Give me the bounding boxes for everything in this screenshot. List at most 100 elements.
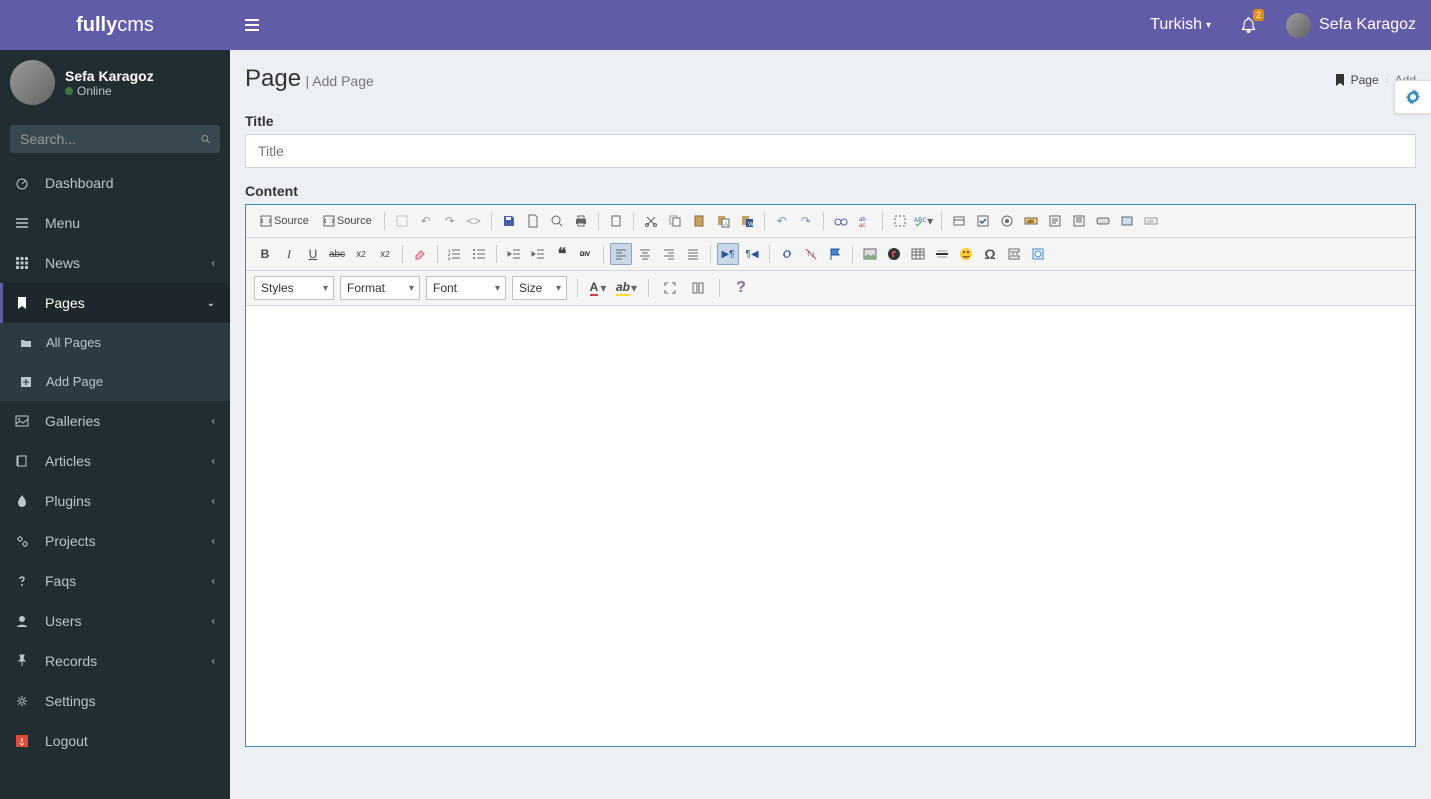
form-button[interactable] bbox=[948, 210, 970, 232]
chevron-down-icon: ⌄ bbox=[207, 298, 215, 309]
radio-button[interactable] bbox=[996, 210, 1018, 232]
checkbox-button[interactable] bbox=[972, 210, 994, 232]
search-input[interactable] bbox=[20, 131, 201, 147]
flash-button[interactable] bbox=[883, 243, 905, 265]
sidebar-item-news[interactable]: News‹ bbox=[0, 243, 230, 283]
cut-button[interactable] bbox=[640, 210, 662, 232]
removeformat-button[interactable] bbox=[409, 243, 431, 265]
page-header: Page | Add Page Page › Add bbox=[245, 65, 1416, 93]
sidebar-subitem-all-pages[interactable]: All Pages bbox=[0, 323, 230, 362]
strike-button[interactable]: abc bbox=[326, 243, 348, 265]
format-dropdown[interactable]: Format bbox=[340, 276, 420, 300]
source-button-1[interactable]: Source bbox=[254, 210, 315, 232]
save-button[interactable] bbox=[498, 210, 520, 232]
redo-button[interactable]: ↷ bbox=[795, 210, 817, 232]
copy-disabled-button[interactable]: ↷ bbox=[439, 210, 461, 232]
maximize-button[interactable] bbox=[659, 277, 681, 299]
unlink-button[interactable] bbox=[800, 243, 822, 265]
select-button[interactable] bbox=[1068, 210, 1090, 232]
bgcolor-button[interactable]: ab▾ bbox=[616, 277, 638, 299]
pagebreak-button[interactable] bbox=[1003, 243, 1025, 265]
outdent-button[interactable] bbox=[503, 243, 525, 265]
sidebar-item-records[interactable]: Records‹ bbox=[0, 641, 230, 681]
language-selector[interactable]: Turkish ▾ bbox=[1135, 0, 1226, 50]
notifications-button[interactable]: 2 bbox=[1226, 0, 1271, 50]
italic-button[interactable]: I bbox=[278, 243, 300, 265]
alignleft-button[interactable] bbox=[610, 243, 632, 265]
save-icon bbox=[502, 214, 516, 228]
sidebar-item-users[interactable]: Users‹ bbox=[0, 601, 230, 641]
templates-button[interactable] bbox=[391, 210, 413, 232]
smiley-button[interactable] bbox=[955, 243, 977, 265]
font-dropdown[interactable]: Font bbox=[426, 276, 506, 300]
sidebar-toggle-button[interactable] bbox=[230, 0, 274, 50]
title-input[interactable] bbox=[245, 134, 1416, 168]
specialchar-button[interactable]: Ω bbox=[979, 243, 1001, 265]
subscript-button[interactable]: x2 bbox=[350, 243, 372, 265]
table-button[interactable] bbox=[907, 243, 929, 265]
styles-dropdown[interactable]: Styles bbox=[254, 276, 334, 300]
aligncenter-button[interactable] bbox=[634, 243, 656, 265]
bold-button[interactable]: B bbox=[254, 243, 276, 265]
sidebar-item-faqs[interactable]: Faqs‹ bbox=[0, 561, 230, 601]
rtl-button[interactable]: ¶◀ bbox=[741, 243, 763, 265]
paste-text-button[interactable]: A bbox=[712, 210, 734, 232]
blockquote-button[interactable]: ❝ bbox=[551, 243, 573, 265]
sidebar-item-settings[interactable]: Settings bbox=[0, 681, 230, 721]
sidebar-subitem-add-page[interactable]: Add Page bbox=[0, 362, 230, 401]
templates2-button[interactable] bbox=[605, 210, 627, 232]
sidebar-item-articles[interactable]: Articles‹ bbox=[0, 441, 230, 481]
newpage-button[interactable] bbox=[522, 210, 544, 232]
thumbtack-icon bbox=[15, 654, 35, 668]
justify-button[interactable] bbox=[682, 243, 704, 265]
image-button[interactable] bbox=[859, 243, 881, 265]
indent-button[interactable] bbox=[527, 243, 549, 265]
sidebar-item-logout[interactable]: Logout bbox=[0, 721, 230, 761]
undo-button[interactable]: ↶ bbox=[771, 210, 793, 232]
imagebutton-button[interactable] bbox=[1116, 210, 1138, 232]
paste-button[interactable] bbox=[688, 210, 710, 232]
source-button-2[interactable]: Source bbox=[317, 210, 378, 232]
textarea-button[interactable] bbox=[1044, 210, 1066, 232]
cut-disabled-button[interactable]: ↶ bbox=[415, 210, 437, 232]
search-icon[interactable] bbox=[201, 132, 210, 146]
hr-button[interactable] bbox=[931, 243, 953, 265]
preview-button[interactable] bbox=[546, 210, 568, 232]
sidebar-item-plugins[interactable]: Plugins‹ bbox=[0, 481, 230, 521]
anchor-button[interactable] bbox=[824, 243, 846, 265]
textfield-button[interactable]: abl bbox=[1020, 210, 1042, 232]
spellcheck-button[interactable]: ABC▾ bbox=[913, 210, 935, 232]
sidebar-item-projects[interactable]: Projects‹ bbox=[0, 521, 230, 561]
link-button[interactable] bbox=[776, 243, 798, 265]
superscript-button[interactable]: x2 bbox=[374, 243, 396, 265]
sidebar-item-pages[interactable]: Pages⌄ bbox=[0, 283, 230, 323]
bulletlist-button[interactable] bbox=[468, 243, 490, 265]
brand-logo[interactable]: fullycms bbox=[0, 14, 230, 37]
about-button[interactable]: ? bbox=[730, 277, 752, 299]
sidebar-item-galleries[interactable]: Galleries‹ bbox=[0, 401, 230, 441]
underline-button[interactable]: U bbox=[302, 243, 324, 265]
copy-button[interactable] bbox=[664, 210, 686, 232]
size-dropdown[interactable]: Size bbox=[512, 276, 567, 300]
breadcrumb-page[interactable]: Page bbox=[1351, 73, 1379, 87]
div-button[interactable]: DIV bbox=[575, 243, 597, 265]
sidebar-item-menu[interactable]: Menu bbox=[0, 203, 230, 243]
selectall-button[interactable] bbox=[889, 210, 911, 232]
code-button[interactable]: <> bbox=[463, 210, 485, 232]
replace-button[interactable]: abac bbox=[854, 210, 876, 232]
print-button[interactable] bbox=[570, 210, 592, 232]
editor-content-area[interactable] bbox=[246, 306, 1415, 746]
user-menu[interactable]: Sefa Karagoz bbox=[1271, 0, 1431, 50]
find-button[interactable] bbox=[830, 210, 852, 232]
button-button[interactable] bbox=[1092, 210, 1114, 232]
textcolor-button[interactable]: A▾ bbox=[588, 277, 610, 299]
numberedlist-button[interactable]: 123 bbox=[444, 243, 466, 265]
sidebar-item-dashboard[interactable]: Dashboard bbox=[0, 163, 230, 203]
alignright-button[interactable] bbox=[658, 243, 680, 265]
ltr-button[interactable]: ▶¶ bbox=[717, 243, 739, 265]
hiddenfield-button[interactable]: abl bbox=[1140, 210, 1162, 232]
paste-word-button[interactable]: W bbox=[736, 210, 758, 232]
showblocks-button[interactable] bbox=[687, 277, 709, 299]
iframe-button[interactable] bbox=[1027, 243, 1049, 265]
settings-floating-button[interactable] bbox=[1394, 80, 1431, 114]
